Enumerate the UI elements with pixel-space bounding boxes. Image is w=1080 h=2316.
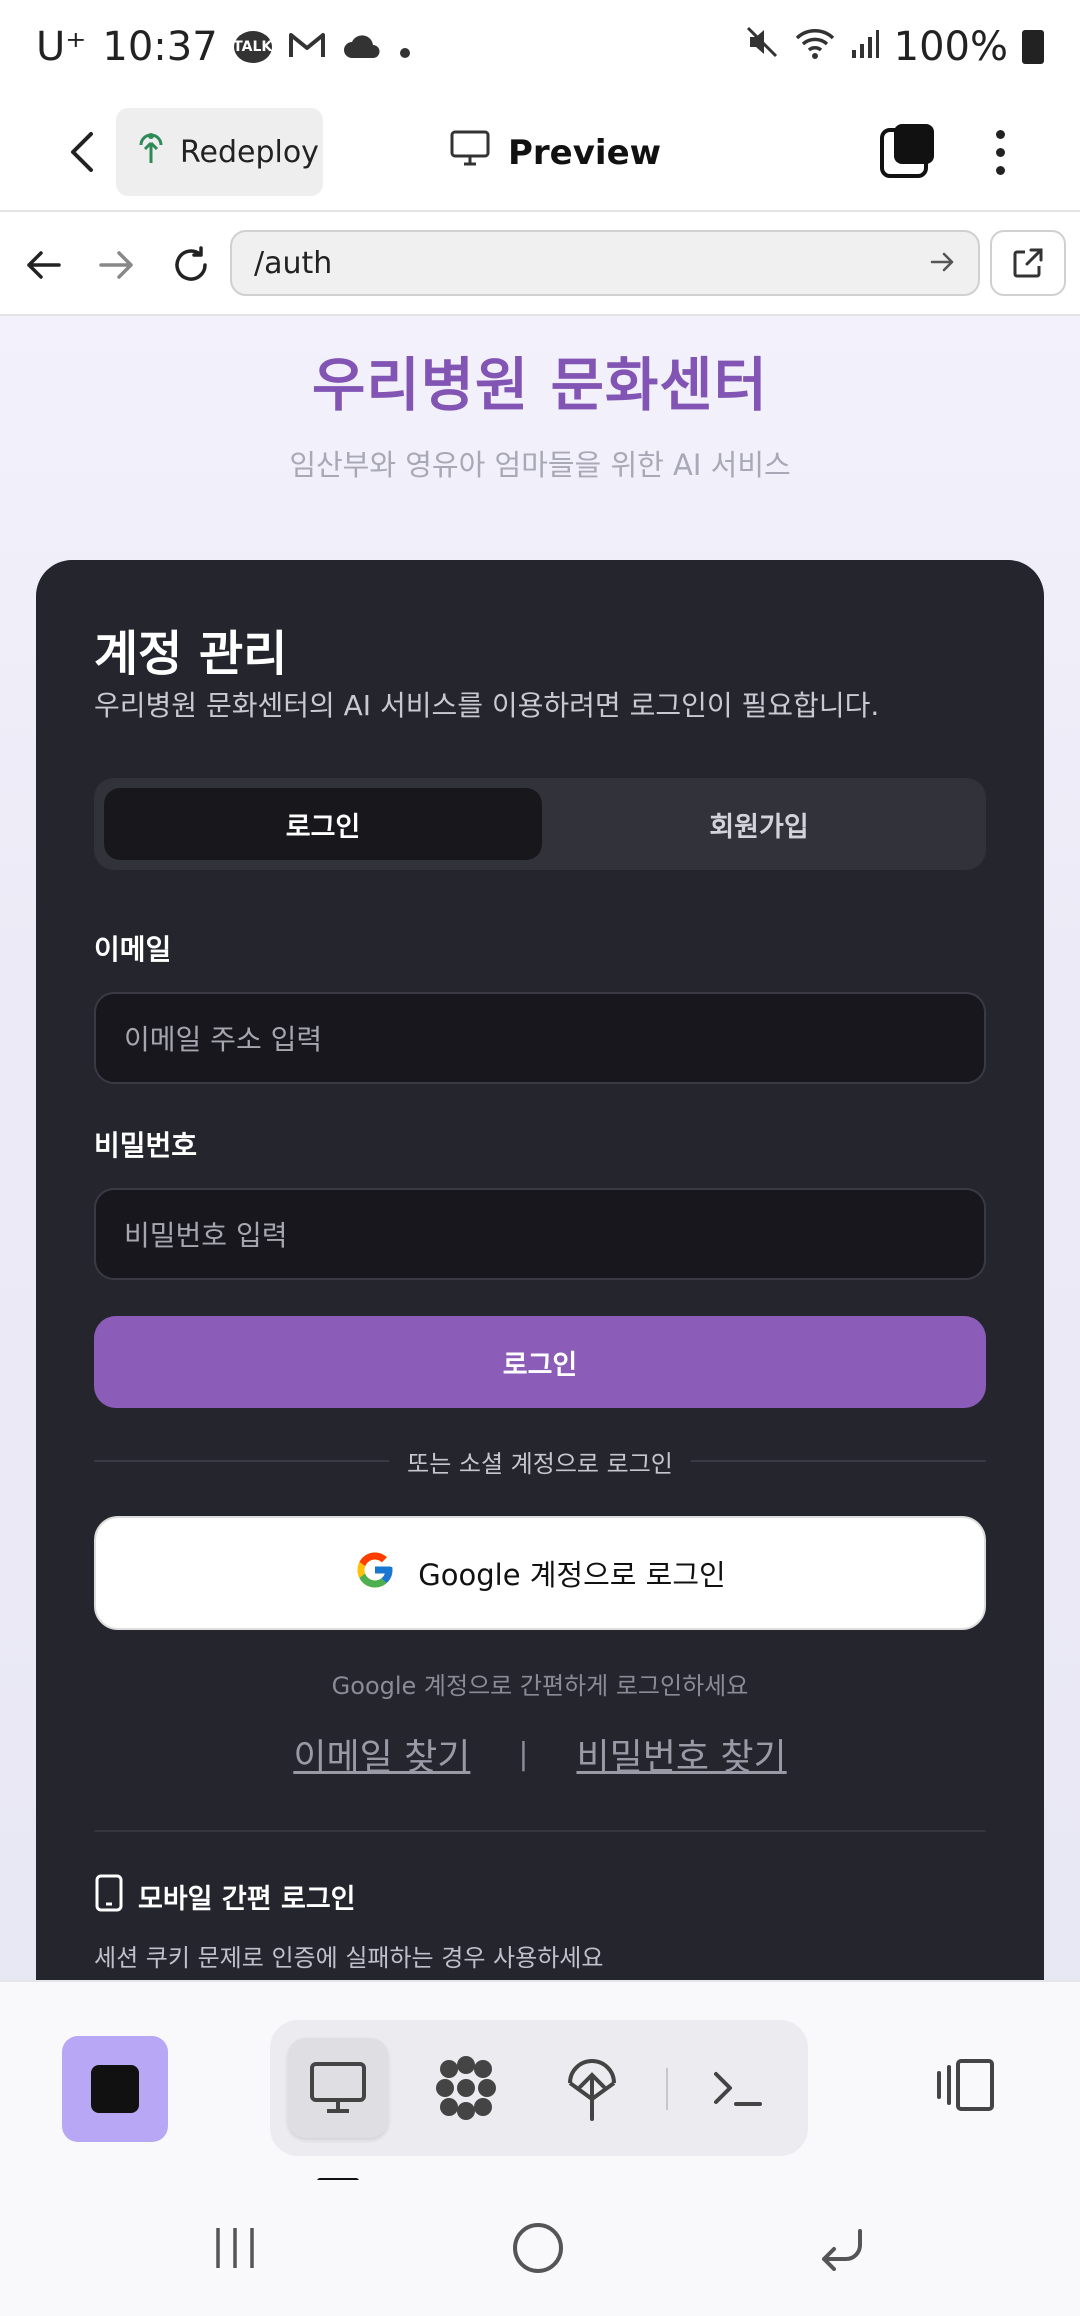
stop-button[interactable] bbox=[62, 2036, 168, 2142]
cloud-icon bbox=[342, 24, 382, 70]
reload-button[interactable] bbox=[166, 240, 216, 290]
terminal-icon bbox=[714, 2072, 762, 2106]
preview-title: Preview bbox=[450, 122, 661, 184]
tabs-icon[interactable] bbox=[878, 120, 940, 182]
reload-icon bbox=[175, 246, 207, 281]
password-placeholder: 비밀번호 입력 bbox=[124, 1219, 288, 1252]
back-icon bbox=[822, 2229, 862, 2271]
clock: 10:37 bbox=[102, 24, 218, 70]
browser-nav-bar: /auth bbox=[0, 212, 1080, 316]
tab-login[interactable]: 로그인 bbox=[104, 788, 542, 860]
preview-icon bbox=[310, 2062, 366, 2113]
deploy-icon bbox=[136, 131, 166, 173]
card-title: 계정 관리 bbox=[94, 626, 288, 682]
social-divider-text: 또는 소셜 계정으로 로그인 bbox=[389, 1450, 691, 1478]
open-external-button[interactable] bbox=[990, 230, 1066, 296]
divider bbox=[94, 1830, 986, 1832]
password-field[interactable]: 비밀번호 입력 bbox=[94, 1188, 986, 1280]
web-page: 우리병원 문화센터 임산부와 영유아 엄마들을 위한 AI 서비스 계정 관리 … bbox=[0, 316, 1080, 1980]
system-nav-bar bbox=[0, 2180, 1080, 2316]
stop-icon bbox=[91, 2065, 139, 2113]
app-bar: Redeploy Preview bbox=[0, 94, 1080, 212]
account-card: 계정 관리 우리병원 문화센터의 AI 서비스를 이용하려면 로그인이 필요합니… bbox=[36, 560, 1044, 1980]
site-subtitle: 임산부와 영유아 엄마들을 위한 AI 서비스 bbox=[289, 448, 791, 482]
google-hint: Google 계정으로 간편하게 로그인하세요 bbox=[331, 1672, 749, 1700]
layout-button[interactable] bbox=[930, 2040, 1000, 2130]
tool-group bbox=[270, 2020, 808, 2156]
system-back-button[interactable] bbox=[806, 2218, 876, 2278]
status-bar: U⁺ 10:37 TALK 100% bbox=[0, 0, 1080, 94]
gmail-icon bbox=[288, 24, 326, 70]
toolbar-separator bbox=[666, 2068, 668, 2110]
mobile-login-title: 모바일 간편 로그인 bbox=[138, 1884, 356, 1915]
bottom-toolbar bbox=[0, 1980, 1080, 2184]
deploy-icon bbox=[568, 2059, 616, 2121]
url-text: /auth bbox=[254, 245, 333, 281]
layout-icon bbox=[937, 2059, 994, 2111]
find-email-link[interactable]: 이메일 찾기 bbox=[293, 1728, 470, 1780]
email-label: 이메일 bbox=[94, 933, 172, 966]
tab-signup[interactable]: 회원가입 bbox=[540, 788, 978, 860]
notification-dot-icon bbox=[398, 24, 412, 70]
recent-apps-button[interactable] bbox=[200, 2218, 270, 2278]
apps-tool-button[interactable] bbox=[416, 2038, 516, 2138]
site-title: 우리병원 문화센터 bbox=[311, 351, 769, 419]
apps-icon bbox=[436, 2056, 496, 2120]
terminal-tool-button[interactable] bbox=[688, 2038, 788, 2138]
mute-icon bbox=[744, 24, 780, 70]
back-button[interactable] bbox=[52, 120, 112, 184]
home-button[interactable] bbox=[503, 2218, 573, 2278]
chevron-left-icon bbox=[71, 132, 93, 172]
google-icon bbox=[354, 1549, 396, 1598]
link-separator: | bbox=[518, 1736, 529, 1772]
phone-icon bbox=[94, 1874, 124, 1919]
google-button-label: Google 계정으로 로그인 bbox=[418, 1558, 726, 1592]
email-placeholder: 이메일 주소 입력 bbox=[124, 1023, 323, 1056]
mobile-login-description: 세션 쿠키 문제로 인증에 실패하는 경우 사용하세요 bbox=[94, 1944, 604, 1972]
battery-icon bbox=[1022, 30, 1044, 64]
recents-icon bbox=[216, 2228, 254, 2268]
battery-percent: 100% bbox=[893, 24, 1008, 70]
wifi-icon bbox=[794, 24, 836, 70]
redeploy-button[interactable]: Redeploy bbox=[116, 108, 323, 196]
login-button[interactable]: 로그인 bbox=[94, 1316, 986, 1408]
card-description: 우리병원 문화센터의 AI 서비스를 이용하려면 로그인이 필요합니다. bbox=[94, 689, 880, 722]
browser-back-button[interactable] bbox=[18, 240, 68, 290]
talk-icon: TALK bbox=[233, 31, 272, 63]
google-login-button[interactable]: Google 계정으로 로그인 bbox=[94, 1516, 986, 1630]
arrow-right-icon bbox=[99, 251, 133, 279]
mobile-login-heading: 모바일 간편 로그인 bbox=[94, 1874, 356, 1919]
more-options-icon[interactable] bbox=[980, 120, 1020, 184]
deploy-tool-button[interactable] bbox=[542, 2038, 642, 2138]
preview-label: Preview bbox=[508, 133, 662, 173]
carrier-label: U⁺ bbox=[36, 24, 87, 70]
signal-icon bbox=[850, 24, 880, 70]
go-arrow-icon[interactable] bbox=[930, 246, 956, 281]
external-link-icon bbox=[1013, 248, 1043, 278]
monitor-icon bbox=[450, 130, 490, 177]
email-field[interactable]: 이메일 주소 입력 bbox=[94, 992, 986, 1084]
arrow-left-icon bbox=[27, 251, 61, 279]
auth-tabs: 로그인 회원가입 bbox=[94, 778, 986, 870]
url-input[interactable]: /auth bbox=[230, 230, 980, 296]
preview-tool-button[interactable] bbox=[288, 2038, 388, 2138]
password-label: 비밀번호 bbox=[94, 1129, 198, 1162]
browser-forward-button[interactable] bbox=[92, 240, 142, 290]
find-links: 이메일 찾기 | 비밀번호 찾기 bbox=[36, 1728, 1044, 1780]
redeploy-label: Redeploy bbox=[180, 134, 319, 170]
home-icon bbox=[513, 2223, 563, 2273]
find-password-link[interactable]: 비밀번호 찾기 bbox=[576, 1728, 786, 1780]
